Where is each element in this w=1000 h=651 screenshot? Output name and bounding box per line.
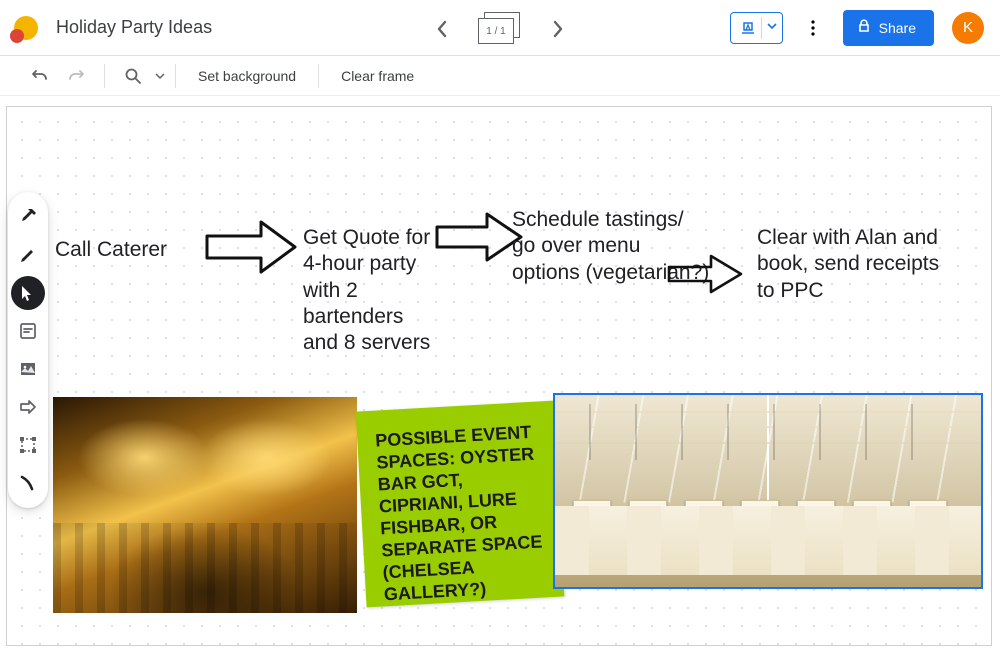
flow-step-2[interactable]: Get Quote for 4-hour party with 2 barten…	[303, 225, 443, 356]
zoom-icon	[115, 58, 151, 94]
canvas-image-venue2[interactable]	[555, 395, 981, 587]
eyedropper-tool-icon[interactable]	[11, 200, 45, 234]
flow-step-4[interactable]: Clear with Alan and book, send receipts …	[757, 225, 957, 304]
undo-button[interactable]	[22, 58, 58, 94]
secondary-toolbar: Set background Clear frame	[0, 56, 1000, 96]
toolbar-separator	[175, 64, 176, 88]
present-dropdown-icon[interactable]	[766, 19, 778, 37]
set-background-button[interactable]: Set background	[186, 68, 308, 84]
tool-palette	[8, 192, 48, 508]
frame-tool-icon[interactable]	[11, 428, 45, 462]
toolbar-separator	[318, 64, 319, 88]
sticky-note-text: POSSIBLE EVENT SPACES: OYSTER BAR GCT, C…	[375, 422, 543, 604]
frame-nav: 1 / 1	[430, 12, 570, 46]
canvas[interactable]: Call Caterer Get Quote for 4-hour party …	[6, 106, 992, 646]
frame-indicator-text: 1 / 1	[486, 26, 505, 37]
flow-step-1[interactable]: Call Caterer	[55, 237, 205, 263]
marker-tool-icon[interactable]	[11, 238, 45, 272]
zoom-control[interactable]	[115, 58, 165, 94]
note-tool-icon[interactable]	[11, 314, 45, 348]
canvas-image-venue1[interactable]	[53, 397, 357, 613]
sticky-note[interactable]: POSSIBLE EVENT SPACES: OYSTER BAR GCT, C…	[356, 401, 565, 608]
document-title[interactable]: Holiday Party Ideas	[56, 17, 212, 38]
next-frame-button[interactable]	[546, 17, 570, 41]
arrow-icon[interactable]	[665, 251, 745, 297]
clear-frame-button[interactable]: Clear frame	[329, 68, 426, 84]
present-icon	[739, 19, 757, 37]
canvas-viewport[interactable]: Call Caterer Get Quote for 4-hour party …	[0, 96, 1000, 651]
frame-indicator[interactable]: 1 / 1	[478, 12, 522, 46]
arrow-icon[interactable]	[203, 216, 299, 278]
prev-frame-button[interactable]	[430, 17, 454, 41]
avatar-initial: K	[963, 19, 973, 36]
shape-tool-icon[interactable]	[11, 390, 45, 424]
app-header: Holiday Party Ideas 1 / 1	[0, 0, 1000, 56]
toolbar-separator	[104, 64, 105, 88]
share-button-label: Share	[879, 20, 916, 36]
present-button[interactable]	[730, 12, 783, 44]
redo-button[interactable]	[58, 58, 94, 94]
app-logo-icon	[10, 12, 42, 44]
select-tool-icon[interactable]	[11, 276, 45, 310]
lock-icon	[857, 19, 871, 36]
zoom-dropdown-icon[interactable]	[155, 68, 165, 84]
share-button[interactable]: Share	[843, 10, 934, 46]
laser-tool-icon[interactable]	[11, 466, 45, 500]
image-tool-icon[interactable]	[11, 352, 45, 386]
more-menu-button[interactable]	[801, 16, 825, 40]
account-avatar[interactable]: K	[952, 12, 984, 44]
